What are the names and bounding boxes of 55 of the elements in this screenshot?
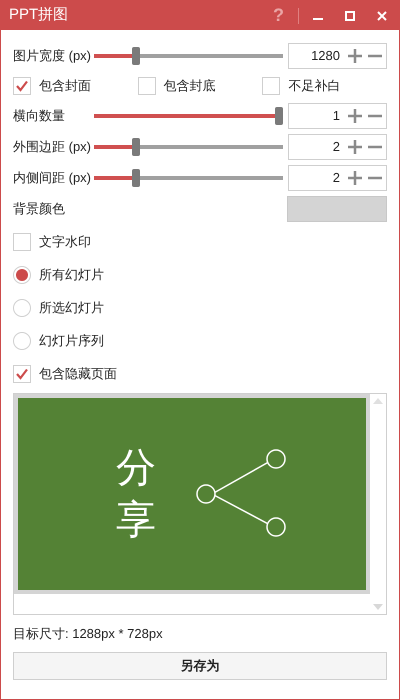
window-title: PPT拼图 [9, 5, 70, 26]
number-stepper[interactable]: 1 [288, 103, 387, 129]
checkbox-option[interactable]: 包含封底 [138, 76, 262, 96]
slide-text: 享 [116, 497, 156, 544]
number-value: 1280 [310, 47, 341, 66]
close-icon[interactable] [377, 10, 387, 20]
slider-label: 图片宽度 (px) [13, 47, 92, 66]
slider-label: 横向数量 [13, 107, 66, 126]
plus-icon[interactable] [348, 109, 362, 123]
target-size-text: 目标尺寸: 1288px * 728px [13, 625, 164, 643]
slider-track[interactable] [94, 47, 283, 65]
checkbox-option[interactable]: 文字水印 [13, 232, 91, 252]
slider-thumb[interactable] [132, 169, 140, 187]
check-icon [16, 368, 28, 380]
number-value: 2 [332, 169, 341, 188]
checkbox[interactable] [13, 233, 31, 251]
slider-track[interactable] [94, 138, 283, 156]
number-stepper[interactable]: 2 [288, 134, 387, 160]
radio-option[interactable]: 幻灯片序列 [13, 327, 387, 355]
number-stepper[interactable]: 1280 [288, 43, 387, 69]
slider-thumb[interactable] [274, 107, 283, 125]
minus-icon[interactable] [368, 114, 382, 118]
plus-icon[interactable] [348, 171, 362, 185]
minus-icon[interactable] [368, 145, 382, 149]
radio-button[interactable] [13, 266, 31, 284]
checkbox[interactable] [13, 77, 31, 95]
slide-text: 分 [116, 445, 156, 492]
minus-icon[interactable] [368, 54, 382, 58]
radio-button[interactable] [13, 299, 31, 317]
radio-button[interactable] [13, 332, 31, 350]
minus-icon[interactable] [368, 176, 382, 180]
plus-icon[interactable] [348, 140, 362, 154]
maximize-icon[interactable] [345, 10, 355, 20]
checkbox[interactable] [138, 77, 156, 95]
number-stepper[interactable]: 2 [288, 165, 387, 191]
slider-track[interactable] [94, 107, 283, 125]
background-color-label: 背景颜色 [13, 200, 65, 218]
check-icon [16, 80, 28, 92]
slider-thumb[interactable] [132, 47, 140, 65]
checkbox-option[interactable]: 包含隐藏页面 [13, 364, 117, 384]
checkbox-option[interactable]: 不足补白 [262, 76, 388, 96]
slider-label: 外围边距 (px) [13, 138, 92, 156]
checkbox[interactable] [13, 365, 31, 383]
radio-option[interactable]: 所选幻灯片 [13, 294, 387, 322]
checkbox[interactable] [262, 77, 280, 95]
slider-track[interactable] [94, 169, 283, 187]
slider-thumb[interactable] [132, 138, 140, 156]
radio-option[interactable]: 所有幻灯片 [13, 261, 387, 289]
slider-label: 内侧间距 (px) [13, 169, 92, 188]
color-swatch[interactable] [287, 196, 387, 222]
save-as-button[interactable]: 另存为 [13, 652, 387, 680]
plus-icon[interactable] [348, 49, 362, 63]
number-value: 2 [332, 138, 341, 156]
number-value: 1 [332, 107, 341, 126]
checkbox-option[interactable]: 包含封面 [13, 76, 138, 96]
